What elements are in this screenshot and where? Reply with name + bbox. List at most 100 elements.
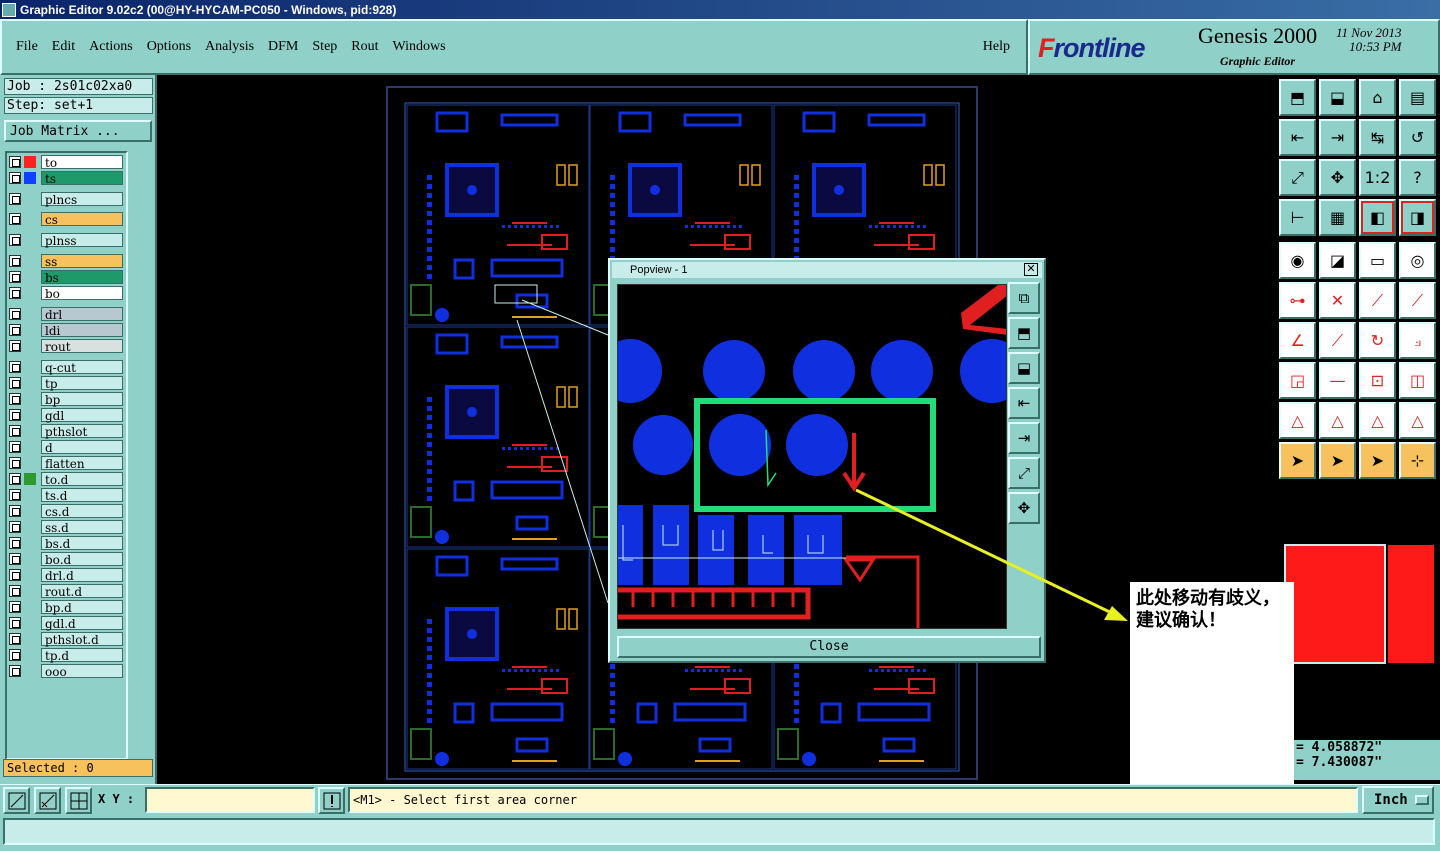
layer-checkbox[interactable]: [9, 340, 21, 352]
arrow-red-icon[interactable]: ⟋: [1399, 282, 1436, 319]
layer-checkbox[interactable]: [9, 537, 21, 549]
zoom-fit-icon[interactable]: ⤢: [1279, 159, 1316, 196]
layer-row-rout-d[interactable]: rout.d: [9, 584, 123, 599]
triangle-c-icon[interactable]: △: [1399, 402, 1436, 439]
pan-left-icon[interactable]: ⇤: [1279, 119, 1316, 156]
help-icon[interactable]: ?: [1399, 159, 1436, 196]
layer-checkbox[interactable]: [9, 271, 21, 283]
route-icon[interactable]: ⊹: [1399, 442, 1436, 479]
layer-row-rout[interactable]: rout: [9, 339, 123, 354]
layer-row-tp[interactable]: tp: [9, 376, 123, 391]
cursor-icon[interactable]: ➤: [1279, 442, 1316, 479]
stack-icon[interactable]: ⟓: [1399, 322, 1436, 359]
layer-checkbox[interactable]: [9, 213, 21, 225]
layer-row-ts-d[interactable]: ts.d: [9, 488, 123, 503]
move-icon[interactable]: ◲: [1279, 362, 1316, 399]
layer-row-to[interactable]: to: [9, 155, 123, 170]
triangle-a-icon[interactable]: △: [1319, 402, 1356, 439]
layer-red2-icon[interactable]: ◨: [1399, 199, 1436, 236]
layer-checkbox[interactable]: [9, 255, 21, 267]
menu-dfm[interactable]: DFM: [268, 39, 298, 55]
layer-red-icon[interactable]: ◧: [1359, 199, 1396, 236]
flip-icon[interactable]: ↺: [1399, 119, 1436, 156]
layer-row-cs-d[interactable]: cs.d: [9, 504, 123, 519]
layer-row-plncs[interactable]: plncs: [9, 192, 123, 207]
pan-right-icon[interactable]: ⇥: [1319, 119, 1356, 156]
layer-checkbox[interactable]: [9, 649, 21, 661]
menu-actions[interactable]: Actions: [89, 39, 133, 55]
grid-icon[interactable]: ▦: [1319, 199, 1356, 236]
close-icon[interactable]: ✕: [1024, 263, 1038, 276]
ruler-icon[interactable]: ⊢: [1279, 199, 1316, 236]
job-matrix-button[interactable]: Job Matrix ...: [4, 120, 152, 142]
menu-step[interactable]: Step: [312, 39, 337, 55]
measure-icon[interactable]: [34, 787, 61, 814]
menu-help[interactable]: Help: [983, 39, 1010, 55]
layer-checkbox[interactable]: [9, 377, 21, 389]
print-icon[interactable]: ⬓: [1008, 352, 1040, 384]
layer-checkbox[interactable]: [9, 409, 21, 421]
window-icon[interactable]: ▤: [1399, 79, 1436, 116]
layer-checkbox[interactable]: [9, 441, 21, 453]
popview-canvas[interactable]: [617, 284, 1007, 629]
layer-row-drl[interactable]: drl: [9, 307, 123, 322]
layer-row-flatten[interactable]: flatten: [9, 456, 123, 471]
cross-icon[interactable]: ✕: [1319, 282, 1356, 319]
building-icon[interactable]: ⌂: [1359, 79, 1396, 116]
edit-angle-icon[interactable]: ◪: [1319, 242, 1356, 279]
layer-checkbox[interactable]: [9, 553, 21, 565]
layer-checkbox[interactable]: [9, 361, 21, 373]
layer-row-tp-d[interactable]: tp.d: [9, 648, 123, 663]
layer-row-q-cut[interactable]: q-cut: [9, 360, 123, 375]
layer-checkbox[interactable]: [9, 521, 21, 533]
layer-checkbox[interactable]: [9, 393, 21, 405]
layer-row-drl-d[interactable]: drl.d: [9, 568, 123, 583]
layer-checkbox[interactable]: [9, 193, 21, 205]
layer-row-gdl-d[interactable]: gdl.d: [9, 616, 123, 631]
swap-icon[interactable]: ↹: [1359, 119, 1396, 156]
layer-checkbox[interactable]: [9, 505, 21, 517]
layer-row-to-d[interactable]: to.d: [9, 472, 123, 487]
layer-row-ts[interactable]: ts: [9, 171, 123, 186]
layer-row-ooo[interactable]: ooo: [9, 664, 123, 679]
layer-checkbox[interactable]: [9, 287, 21, 299]
minus-icon[interactable]: —: [1319, 362, 1356, 399]
menu-file[interactable]: File: [16, 39, 38, 55]
layer-checkbox[interactable]: [9, 473, 21, 485]
layer-checkbox[interactable]: [9, 234, 21, 246]
layer-checkbox[interactable]: [9, 665, 21, 677]
menu-edit[interactable]: Edit: [52, 39, 75, 55]
layer-row-bs-d[interactable]: bs.d: [9, 536, 123, 551]
open-icon[interactable]: ⬓: [1319, 79, 1356, 116]
layer-list-scrollbar[interactable]: [128, 151, 152, 760]
layer-row-pthslot-d[interactable]: pthslot.d: [9, 632, 123, 647]
pan-left-icon[interactable]: ⇤: [1008, 387, 1040, 419]
zoom-popup-icon[interactable]: ⧉: [1008, 282, 1040, 314]
menu-options[interactable]: Options: [147, 39, 191, 55]
layer-row-d[interactable]: d: [9, 440, 123, 455]
close-button[interactable]: Close: [617, 636, 1041, 658]
select-point-icon[interactable]: ◉: [1279, 242, 1316, 279]
layer-checkbox[interactable]: [9, 457, 21, 469]
layer-row-pthslot[interactable]: pthslot: [9, 424, 123, 439]
layer-checkbox[interactable]: [9, 172, 21, 184]
command-input[interactable]: [3, 818, 1435, 845]
diagonal-icon[interactable]: ⟋: [1319, 322, 1356, 359]
menu-analysis[interactable]: Analysis: [205, 39, 254, 55]
triangle-b-icon[interactable]: △: [1359, 402, 1396, 439]
menu-windows[interactable]: Windows: [393, 39, 446, 55]
layer-row-ss[interactable]: ss: [9, 254, 123, 269]
layer-row-bs[interactable]: bs: [9, 270, 123, 285]
layer-checkbox[interactable]: [9, 617, 21, 629]
rotate-icon[interactable]: ↻: [1359, 322, 1396, 359]
layer-checkbox[interactable]: [9, 585, 21, 597]
layer-row-plnss[interactable]: plnss: [9, 233, 123, 248]
layer-checkbox[interactable]: [9, 156, 21, 168]
layer-row-bo-d[interactable]: bo.d: [9, 552, 123, 567]
cursor-select-icon[interactable]: ➤: [1359, 442, 1396, 479]
layer-checkbox[interactable]: [9, 308, 21, 320]
snap-box-icon[interactable]: ◎: [1399, 242, 1436, 279]
layer-checkbox[interactable]: [9, 569, 21, 581]
layer-row-bp[interactable]: bp: [9, 392, 123, 407]
home-icon[interactable]: ⬒: [1279, 79, 1316, 116]
